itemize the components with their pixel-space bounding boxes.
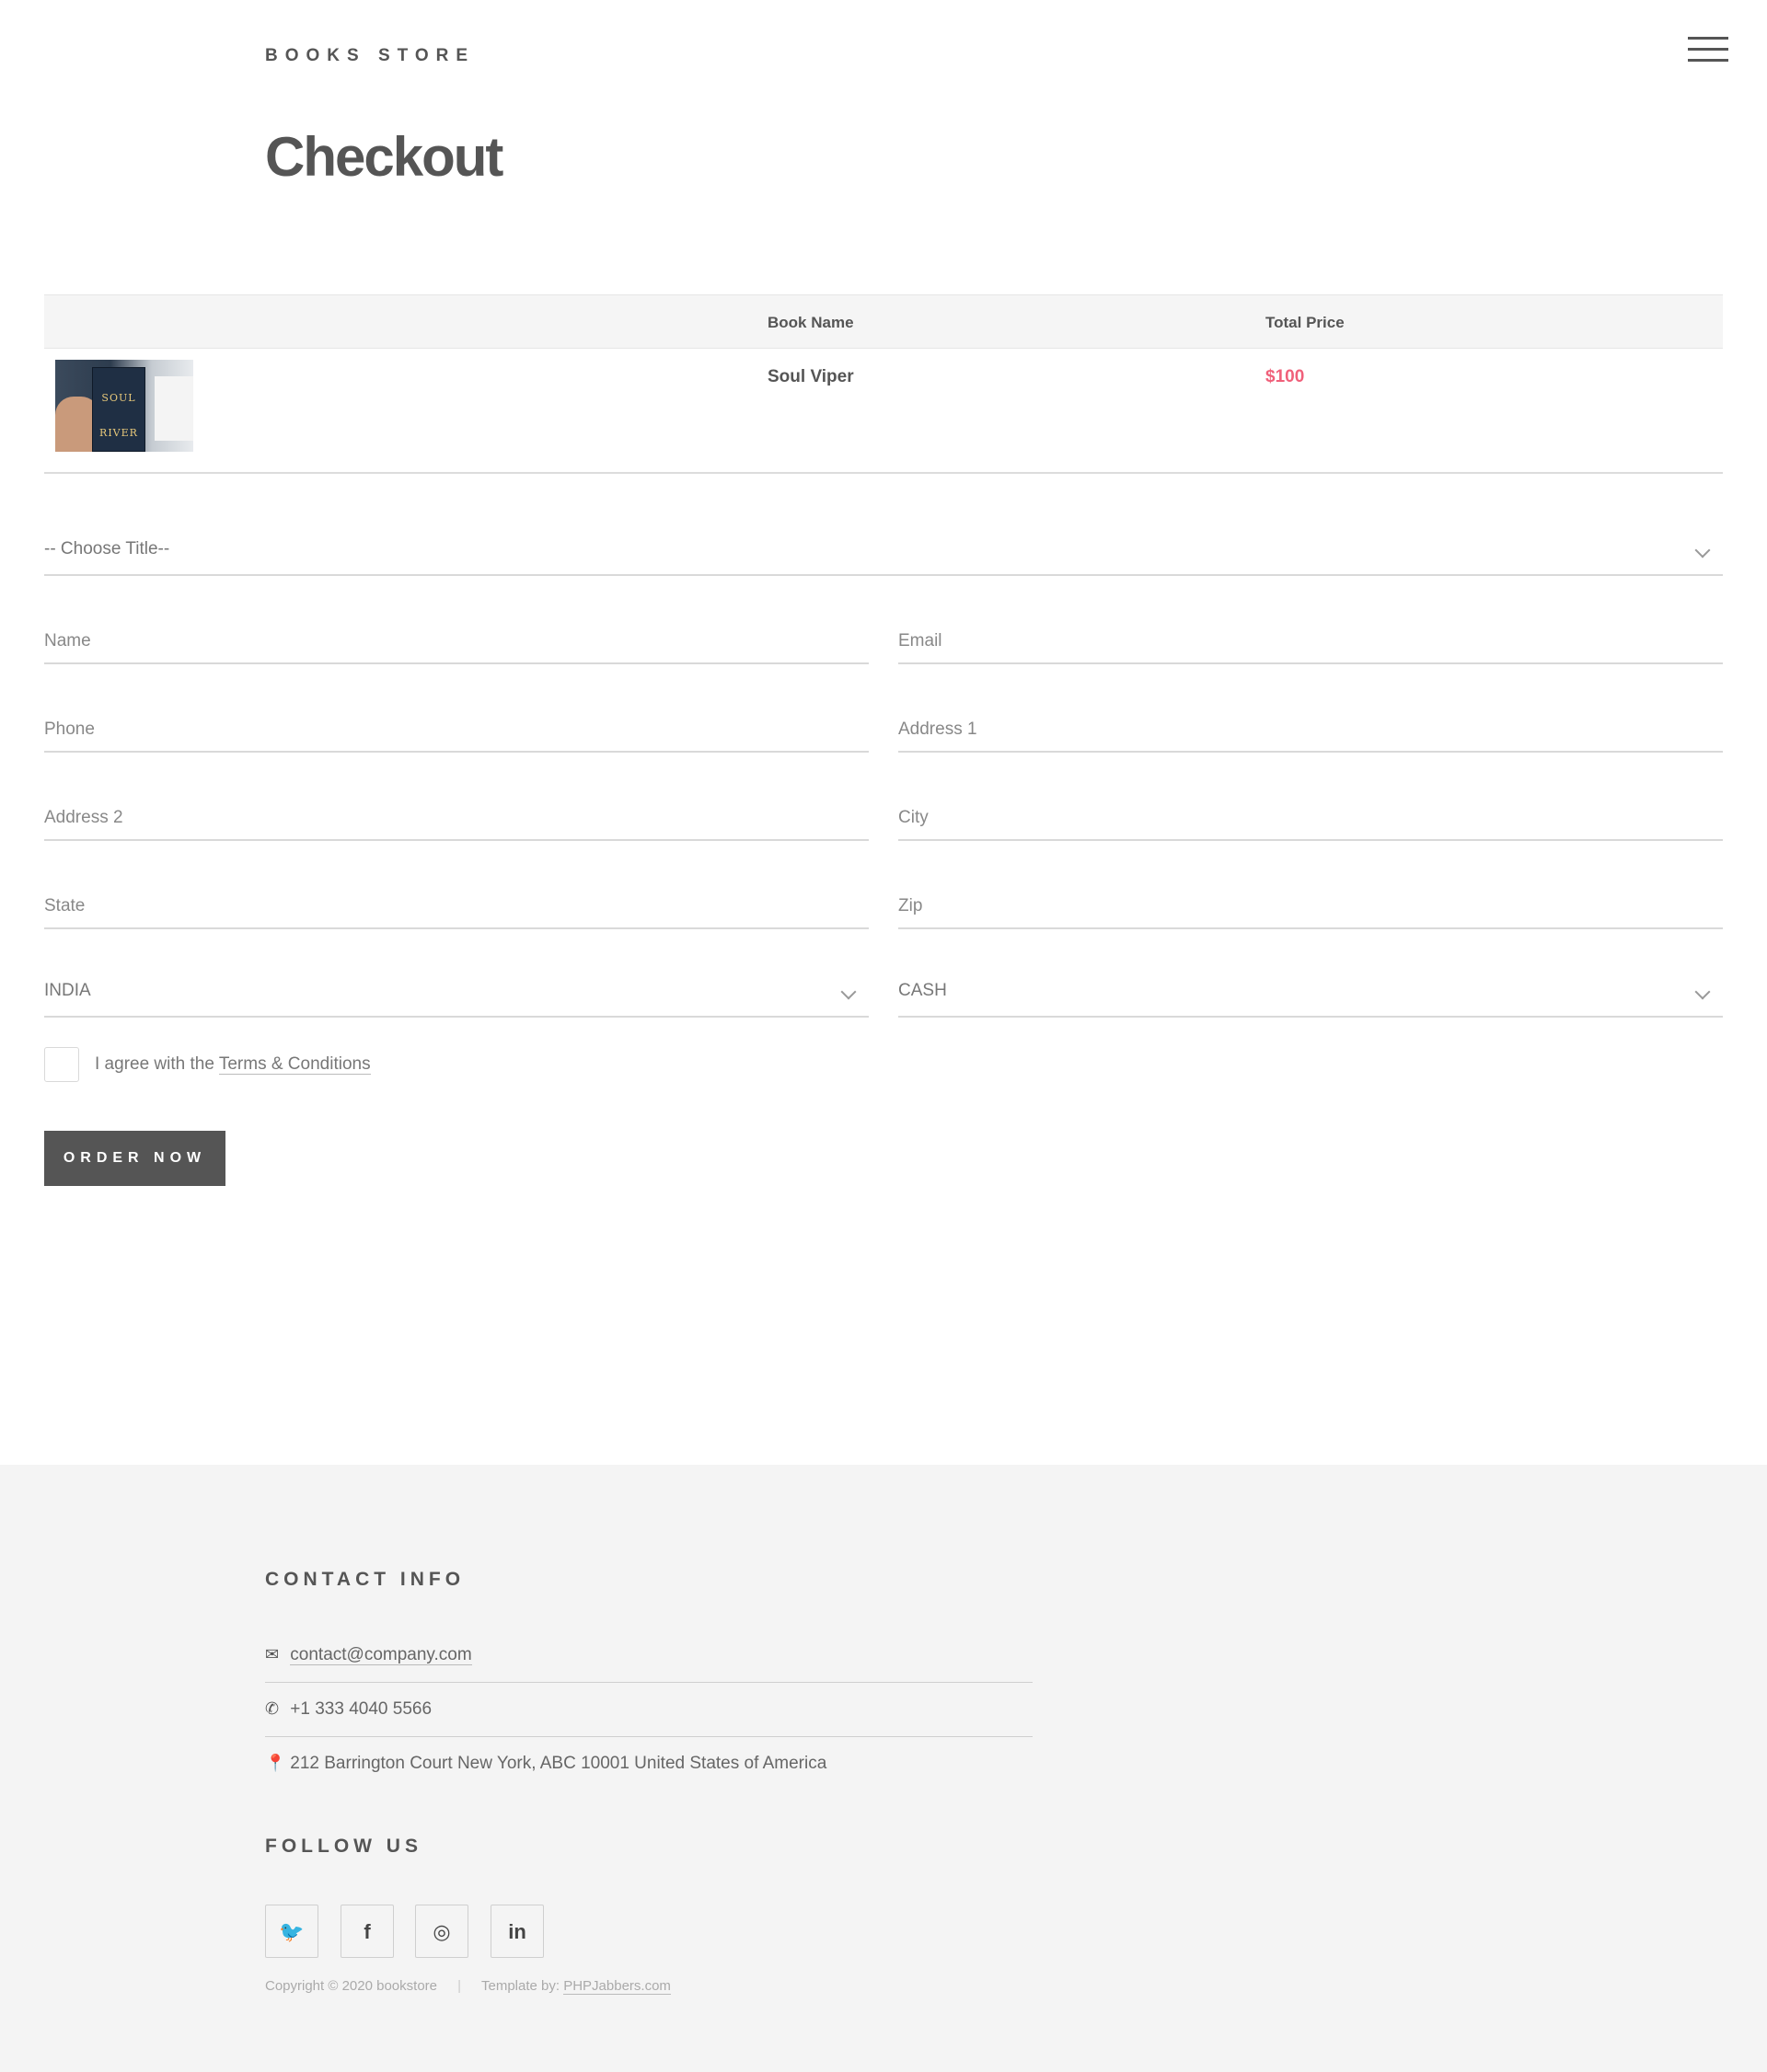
country-select[interactable]: INDIA (44, 973, 869, 1018)
terms-checkbox[interactable] (44, 1047, 79, 1082)
instagram-icon[interactable]: ◎ (415, 1905, 468, 1958)
email-field[interactable] (898, 620, 1723, 664)
menu-line (1688, 37, 1728, 40)
zip-field[interactable] (898, 885, 1723, 929)
email-link[interactable]: contact@company.com (290, 1645, 472, 1665)
contact-email: ✉ contact@company.com (265, 1629, 1033, 1683)
template-link[interactable]: PHPJabbers.com (563, 1978, 671, 1995)
follow-us-heading: FOLLOW US (265, 1836, 422, 1857)
title-select[interactable]: -- Choose Title-- (44, 532, 1723, 576)
phone-field[interactable] (44, 708, 869, 753)
map-pin-icon: 📍 (265, 1754, 286, 1772)
order-now-button[interactable]: ORDER NOW (44, 1131, 225, 1186)
address-text: 212 Barrington Court New York, ABC 10001… (290, 1754, 827, 1773)
payment-select[interactable]: CASH (898, 973, 1723, 1018)
background-book (155, 376, 193, 441)
twitter-icon[interactable]: 🐦 (265, 1905, 318, 1958)
page-title: Checkout (265, 126, 503, 188)
agree-text: I agree with the (95, 1054, 214, 1074)
site-header: BOOKS STORE Checkout (0, 0, 1767, 276)
envelope-icon: ✉ (265, 1645, 280, 1663)
template-by-label: Template by: (480, 1978, 560, 1994)
total-price: $100 (1265, 367, 1305, 386)
book-cover: SOUL RIVER (92, 367, 145, 452)
divider: | (457, 1978, 462, 1994)
contact-phone: ✆ +1 333 4040 5566 (265, 1684, 1033, 1737)
country-select-value: INDIA (44, 981, 91, 1000)
facebook-icon[interactable]: f (341, 1905, 394, 1958)
state-field[interactable] (44, 885, 869, 929)
table-row: SOUL RIVER Soul Viper $100 (44, 349, 1723, 474)
address2-field[interactable] (44, 797, 869, 841)
cover-title-bottom: RIVER (99, 427, 138, 439)
book-cover-thumbnail: SOUL RIVER (55, 360, 193, 452)
contact-address: 📍 212 Barrington Court New York, ABC 100… (265, 1738, 1033, 1791)
address2-input[interactable] (44, 804, 869, 832)
column-header-total-price: Total Price (1265, 314, 1345, 331)
zip-input[interactable] (898, 892, 1723, 920)
address1-field[interactable] (898, 708, 1723, 753)
terms-label: I agree with the Terms & Conditions (95, 1054, 371, 1075)
cover-title-top: SOUL (101, 392, 136, 404)
city-field[interactable] (898, 797, 1723, 841)
terms-link[interactable]: Terms & Conditions (218, 1054, 371, 1075)
state-input[interactable] (44, 892, 869, 920)
brand-logo[interactable]: BOOKS STORE (265, 46, 475, 66)
address1-input[interactable] (898, 716, 1723, 743)
hamburger-menu-icon[interactable] (1688, 37, 1728, 64)
book-name: Soul Viper (768, 367, 854, 386)
column-header-book-name: Book Name (768, 314, 854, 331)
phone-input[interactable] (44, 716, 869, 743)
contact-info-heading: CONTACT INFO (265, 1569, 466, 1590)
name-input[interactable] (44, 627, 869, 655)
name-field[interactable] (44, 620, 869, 664)
cart-table-header: Book Name Total Price (44, 295, 1723, 349)
copyright-text: Copyright © 2020 bookstore (265, 1978, 437, 1994)
menu-line (1688, 48, 1728, 51)
copyright-line: Copyright © 2020 bookstore | Template by… (265, 1978, 671, 1995)
linkedin-icon[interactable]: in (491, 1905, 544, 1958)
phone-number: +1 333 4040 5566 (290, 1699, 433, 1719)
cart-table: Book Name Total Price SOUL RIVER Soul Vi… (44, 294, 1723, 474)
menu-line (1688, 59, 1728, 62)
payment-select-value: CASH (898, 981, 947, 1000)
email-input[interactable] (898, 627, 1723, 655)
city-input[interactable] (898, 804, 1723, 832)
phone-icon: ✆ (265, 1699, 280, 1718)
title-select-value: -- Choose Title-- (44, 539, 170, 558)
